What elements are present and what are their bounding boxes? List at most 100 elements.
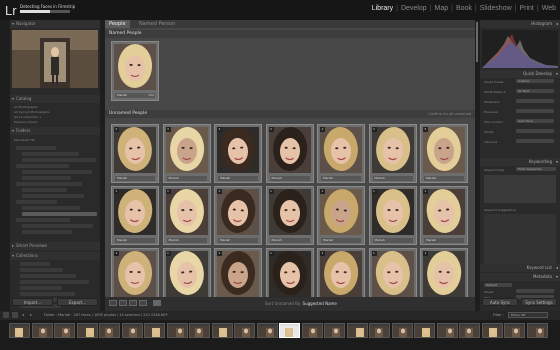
collections-header[interactable]: ▾ Collections — [10, 252, 100, 260]
folder-item[interactable] — [22, 176, 71, 180]
tab-people[interactable]: People — [105, 20, 130, 28]
metadata-field[interactable] — [516, 289, 554, 293]
folder-item[interactable] — [22, 212, 97, 216]
collection-item[interactable] — [20, 268, 63, 272]
folder-item[interactable] — [22, 194, 84, 198]
unnamed-person-card[interactable]: 1 Mariah — [162, 186, 211, 245]
folder-item[interactable] — [16, 182, 82, 186]
name-suggestion[interactable]: Mariah — [424, 238, 464, 243]
filmstrip-thumbnail[interactable] — [189, 323, 210, 338]
keyword-list-header[interactable]: Keyword List ◂ — [480, 264, 560, 272]
unnamed-person-card[interactable]: 1 — [368, 248, 417, 297]
name-suggestion[interactable]: Mariah — [269, 238, 310, 243]
grid-view-icon[interactable] — [109, 300, 117, 306]
unnamed-person-card[interactable]: 3 Mariah — [162, 124, 211, 183]
compare-view-icon[interactable] — [129, 300, 137, 306]
sort-value[interactable]: Suggested Name — [303, 301, 337, 306]
keyword-suggestions-grid[interactable] — [484, 214, 556, 264]
unnamed-person-card[interactable]: 1 — [214, 248, 262, 297]
filmstrip-thumbnail[interactable] — [211, 323, 233, 338]
filmstrip-thumbnail[interactable] — [414, 323, 435, 338]
catalog-item[interactable]: All Synced Photographs — [14, 110, 50, 114]
unnamed-person-card[interactable]: 1 Mariah — [265, 186, 314, 245]
unnamed-person-card[interactable]: 1 Mariah — [317, 186, 365, 245]
folder-item[interactable] — [22, 158, 96, 162]
folder-item[interactable] — [22, 230, 72, 234]
filmstrip-thumbnail[interactable] — [324, 323, 345, 338]
unnamed-person-card[interactable]: 1 — [162, 248, 211, 297]
module-web[interactable]: Web — [542, 5, 556, 12]
name-suggestion[interactable]: Mariah — [372, 238, 413, 243]
named-person-card[interactable]: Mariah 150 — [111, 41, 159, 101]
name-suggestion[interactable]: Mariah — [218, 238, 258, 243]
quick-develop-control[interactable] — [516, 139, 554, 143]
filmstrip-thumbnail[interactable] — [481, 323, 503, 338]
unnamed-person-card[interactable]: 1 — [111, 248, 159, 297]
unnamed-person-card[interactable]: 1 — [265, 248, 314, 297]
unnamed-person-card[interactable]: 1 Mariah — [368, 186, 417, 245]
sync-settings-button[interactable]: Sync Settings — [521, 298, 557, 306]
name-suggestion[interactable]: Mariah — [424, 176, 464, 181]
folder-item[interactable] — [22, 152, 79, 156]
navigator-preview[interactable] — [12, 30, 98, 88]
module-develop[interactable]: Develop — [401, 5, 427, 12]
survey-view-icon[interactable] — [139, 300, 147, 306]
folders-volume[interactable]: Macintosh HD — [14, 138, 35, 142]
folder-item[interactable] — [22, 188, 67, 192]
module-library[interactable]: Library — [372, 5, 393, 12]
collection-item[interactable] — [20, 286, 62, 290]
quick-develop-control[interactable]: Custom — [516, 79, 554, 83]
catalog-item[interactable]: Previous Import — [14, 120, 38, 124]
filmstrip-source[interactable]: Folder : Mariah · 267 faces / 1605 photo… — [44, 313, 168, 317]
filter-dropdown[interactable]: Filters Off — [508, 312, 548, 318]
people-view-icon[interactable] — [153, 300, 161, 306]
quick-develop-control[interactable] — [516, 99, 554, 103]
confirm-all-label[interactable]: Confirm for all unnamed — [428, 110, 471, 118]
name-suggestion[interactable]: Mariah — [115, 238, 155, 243]
quick-develop-control[interactable]: Auto Tone — [516, 119, 554, 123]
module-book[interactable]: Book — [456, 5, 472, 12]
loupe-view-icon[interactable] — [119, 300, 127, 306]
unnamed-person-card[interactable]: 3 Mariah — [265, 124, 314, 183]
filmstrip-thumbnail[interactable] — [526, 323, 548, 338]
filmstrip-thumbnail[interactable] — [504, 323, 525, 338]
folder-item[interactable] — [16, 218, 70, 222]
smart-previews-header[interactable]: ▸ Smart Previews — [10, 242, 100, 250]
quick-develop-control[interactable]: As Shot — [516, 89, 554, 93]
unnamed-person-card[interactable]: 2 Mariah — [317, 124, 365, 183]
scrollbar-thumb[interactable] — [476, 22, 478, 62]
unnamed-person-card[interactable]: 5 Mariah — [111, 124, 159, 183]
catalog-item[interactable]: All Photographs — [14, 105, 38, 109]
catalog-item[interactable]: Quick Collection + — [14, 115, 42, 119]
name-suggestion[interactable]: Mariah — [115, 176, 155, 181]
quick-develop-header[interactable]: Quick Develop ▾ — [480, 70, 560, 78]
quick-develop-control[interactable] — [516, 129, 554, 133]
unnamed-person-card[interactable]: 1 — [420, 248, 468, 297]
filmstrip-thumbnail[interactable] — [346, 323, 368, 338]
collection-item[interactable] — [20, 292, 75, 296]
name-suggestion[interactable]: Mariah — [321, 176, 361, 181]
unnamed-person-card[interactable]: 5 Mariah — [420, 124, 468, 183]
auto-sync-button[interactable]: Auto Sync — [482, 298, 518, 306]
unnamed-person-card[interactable]: 1 Mariah — [111, 186, 159, 245]
filmstrip-thumbnail[interactable] — [121, 323, 143, 338]
module-slideshow[interactable]: Slideshow — [480, 5, 512, 12]
filmstrip-thumbnail[interactable] — [31, 323, 53, 338]
name-suggestion[interactable]: Mariah — [321, 238, 361, 243]
folder-item[interactable] — [22, 170, 92, 174]
folder-item[interactable] — [16, 200, 57, 204]
unnamed-person-card[interactable]: 1 Mariah — [420, 186, 468, 245]
unnamed-person-card[interactable]: 4 Mariah — [214, 124, 262, 183]
quick-develop-control[interactable] — [516, 109, 554, 113]
metadata-preset-dropdown[interactable]: Default — [484, 283, 512, 287]
unnamed-person-card[interactable]: 1 — [317, 248, 365, 297]
navigator-header[interactable]: ▾ Navigator — [10, 20, 100, 28]
filmstrip-thumbnail[interactable] — [369, 323, 390, 338]
tab-named-person[interactable]: Named Person — [135, 20, 179, 28]
filmstrip-thumbnail[interactable] — [9, 323, 30, 338]
import-button[interactable]: Import... — [12, 298, 53, 306]
collection-item[interactable] — [20, 262, 50, 266]
keyword-tags-field[interactable] — [484, 175, 556, 203]
module-print[interactable]: Print — [519, 5, 533, 12]
filmstrip-thumbnail[interactable] — [436, 323, 458, 338]
